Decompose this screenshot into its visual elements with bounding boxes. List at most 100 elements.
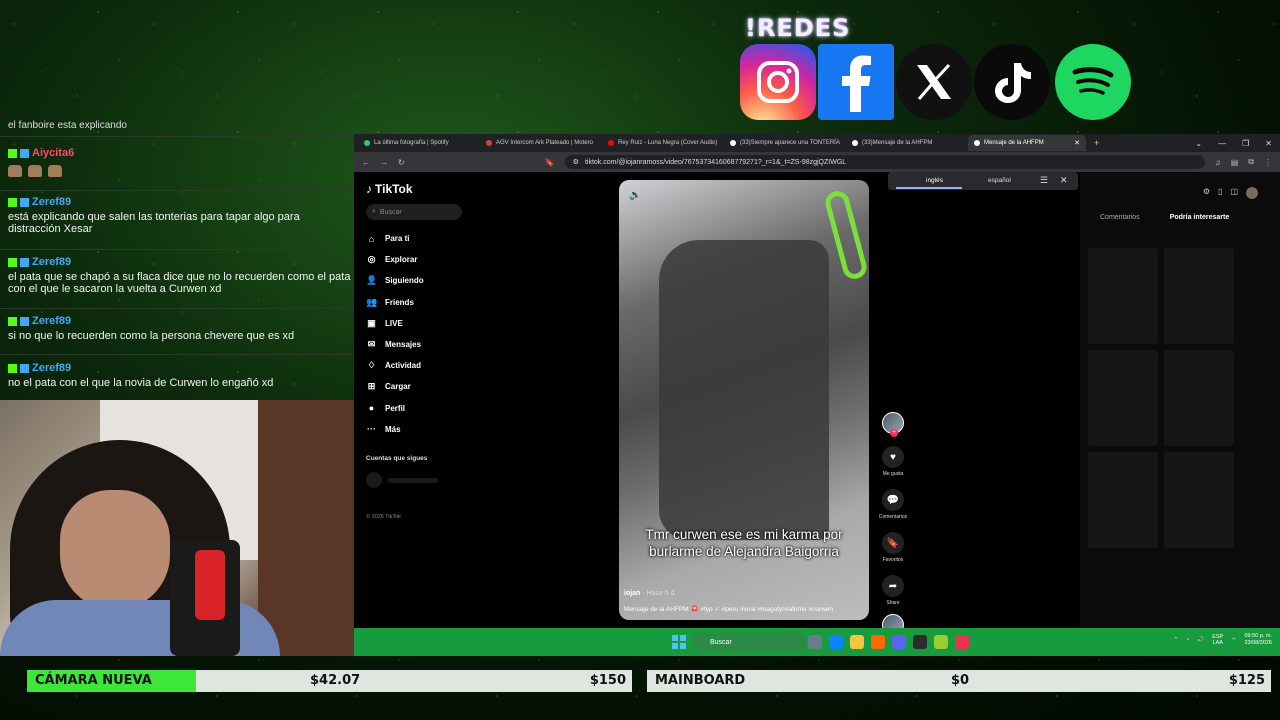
reload-icon[interactable]: ↻ <box>398 158 405 167</box>
brave-icon[interactable] <box>871 635 885 649</box>
back-icon[interactable]: ← <box>362 158 370 167</box>
forward-icon[interactable]: → <box>380 158 388 167</box>
goal-current: $42.07 <box>310 673 361 688</box>
nav-label: Mensajes <box>385 340 422 350</box>
browser-tab[interactable]: (33)Mensaje de la AHFPM <box>846 135 964 151</box>
chat-username[interactable]: Zeref89 <box>32 362 71 374</box>
caption-line: burlarme de Alejandra Baigorria <box>649 544 839 559</box>
recommendation-placeholder[interactable] <box>1088 248 1158 344</box>
window-controls: ⌄ — ❐ ✕ <box>1195 139 1280 148</box>
inbox-icon[interactable]: ◫ <box>1230 187 1238 199</box>
user-avatar[interactable] <box>1246 187 1258 199</box>
recommendation-placeholder[interactable] <box>1164 350 1234 446</box>
translate-lang-target[interactable]: español <box>988 177 1011 184</box>
tab-comentarios[interactable]: Comentarios <box>1100 214 1140 221</box>
new-tab-icon[interactable]: + <box>1094 138 1099 148</box>
more-icon: ··· <box>367 424 376 435</box>
device-icon[interactable]: ▯ <box>1218 187 1222 199</box>
nav-item-perfil[interactable]: ● Perfil <box>366 398 476 419</box>
file-explorer-icon[interactable] <box>850 635 864 649</box>
close-window-icon[interactable]: ✕ <box>1265 139 1272 148</box>
recommendation-placeholder[interactable] <box>1164 248 1234 344</box>
settings-icon[interactable]: ⚙ <box>1203 187 1210 199</box>
app-icon[interactable] <box>934 635 948 649</box>
obs-icon[interactable] <box>913 635 927 649</box>
recommendation-placeholder[interactable] <box>1164 452 1234 548</box>
goal-target: $150 <box>589 673 626 688</box>
browser-tab[interactable]: Rey Ruiz - Luna Negra (Cover Audio) <box>602 135 720 151</box>
discord-icon[interactable] <box>892 635 906 649</box>
tab-podria-interesarte[interactable]: Podría interesarte <box>1170 214 1230 221</box>
creator-avatar[interactable]: + <box>882 412 904 437</box>
video-actions: + ♥ Me gusta 💬 Comentarios 🔖 Favoritos ➦ Sha… <box>879 412 907 636</box>
task-view-icon[interactable] <box>808 635 822 649</box>
translate-close-icon[interactable]: ✕ <box>1060 175 1068 186</box>
nav-item-para-ti[interactable]: ⌂ Para ti <box>366 228 476 249</box>
chat-username[interactable]: Zeref89 <box>32 196 71 208</box>
upload-icon: ⊞ <box>367 381 376 392</box>
volume-icon[interactable]: 🔊 <box>1197 637 1204 643</box>
vscode-icon[interactable] <box>829 635 843 649</box>
like-button[interactable]: ♥ Me gusta <box>882 446 904 477</box>
nav-item-siguiendo[interactable]: 👤 Siguiendo <box>366 270 476 291</box>
app-icon[interactable] <box>955 635 969 649</box>
donation-goals: CÁMARA NUEVA $42.07 $150 MAINBOARD $0 $1… <box>0 660 1280 720</box>
bookmark-page-icon[interactable]: 🔖 <box>545 158 555 167</box>
recommendation-placeholder[interactable] <box>1088 452 1158 548</box>
video-author[interactable]: iojan · Hace 5 d <box>624 590 675 597</box>
translate-lang-source[interactable]: inglés <box>926 177 943 184</box>
tab-list-icon[interactable]: ⌄ <box>1195 139 1202 148</box>
tab-title: AGV Intercom Ark Plateado | Motero <box>496 140 593 146</box>
taskbar-search[interactable]: Buscar <box>692 633 806 651</box>
browser-tab[interactable]: (33)Siempre aparece una TONTERÍA <box>724 135 842 151</box>
activity-icon: ♢ <box>367 360 376 371</box>
network-icon[interactable]: ◔ <box>1186 637 1189 643</box>
tiktok-page: ♪ TikTok ⌕ Buscar ⌂ Para ti ◎ Explorar 👤 Sigu… <box>354 172 1280 636</box>
nav-item-mas[interactable]: ··· Más <box>366 419 476 440</box>
follow-plus-icon[interactable]: + <box>890 429 898 437</box>
url-field[interactable]: ⚙ tiktok.com/@iojanramoss/video/76753734… <box>564 155 1205 169</box>
chat-username[interactable]: Aiycita6 <box>32 147 74 159</box>
chat-separator <box>0 354 356 355</box>
side-panel-icons: ⚙ ▯ ◫ <box>1203 187 1258 199</box>
nav-item-live[interactable]: ▣ LIVE <box>366 313 476 334</box>
taskbar-clock[interactable]: 09:50 p. m. 23/08/2026 <box>1244 633 1272 647</box>
search-input[interactable]: ⌕ Buscar <box>366 204 462 220</box>
nav-item-mensajes[interactable]: ✉ Mensajes <box>366 334 476 355</box>
maximize-icon[interactable]: ❐ <box>1242 139 1249 148</box>
tiktok-logo[interactable]: ♪ TikTok <box>366 182 413 196</box>
mute-icon[interactable]: 🔈 <box>629 190 641 201</box>
browser-tab-active[interactable]: Mensaje de la AHFPM ✕ <box>968 135 1086 151</box>
bot-badge-icon <box>20 148 29 158</box>
nav-item-cargar[interactable]: ⊞ Cargar <box>366 376 476 397</box>
close-tab-icon[interactable]: ✕ <box>1074 139 1080 147</box>
wifi-icon[interactable]: ⌔ <box>1231 637 1236 644</box>
chat-username[interactable]: Zeref89 <box>32 315 71 327</box>
lang-bottom: LAA <box>1212 640 1223 646</box>
video-player[interactable]: 🔈 Tmr curwen ese es mi karma por burlarm… <box>619 180 869 620</box>
nav-item-explorar[interactable]: ◎ Explorar <box>366 249 476 270</box>
chat-username[interactable]: Zeref89 <box>32 256 71 268</box>
tray-chevron-icon[interactable]: ⌃ <box>1173 637 1178 643</box>
windows-start-icon[interactable] <box>672 635 686 649</box>
kick-badge-icon <box>8 316 17 326</box>
url-text: tiktok.com/@iojanramoss/video/7675373416… <box>584 158 847 166</box>
favorites-button[interactable]: 🔖 Favoritos <box>882 532 904 563</box>
recommendation-placeholder[interactable] <box>1088 350 1158 446</box>
comments-button[interactable]: 💬 Comentarios <box>879 489 907 520</box>
translate-menu-icon[interactable]: ☰ <box>1040 175 1048 186</box>
browser-tab[interactable]: La última fotografía | Spotify <box>358 135 476 151</box>
browser-tab[interactable]: AGV Intercom Ark Plateado | Motero <box>480 135 598 151</box>
taskbar-apps <box>808 635 969 649</box>
media-icon[interactable]: ♫ <box>1215 158 1221 167</box>
menu-icon[interactable]: ⋮ <box>1264 158 1272 167</box>
extensions-icon[interactable]: ⧉ <box>1248 157 1254 167</box>
site-favicon-icon <box>486 140 492 146</box>
minimize-icon[interactable]: — <box>1218 139 1226 148</box>
input-language[interactable]: ESP LAA <box>1212 634 1223 646</box>
nav-item-friends[interactable]: 👥 Friends <box>366 292 476 313</box>
nav-item-actividad[interactable]: ♢ Actividad <box>366 355 476 376</box>
bookmark-icon: 🔖 <box>882 532 904 554</box>
sidebar-icon[interactable]: ▤ <box>1231 158 1239 167</box>
share-button[interactable]: ➦ Share <box>882 575 904 606</box>
